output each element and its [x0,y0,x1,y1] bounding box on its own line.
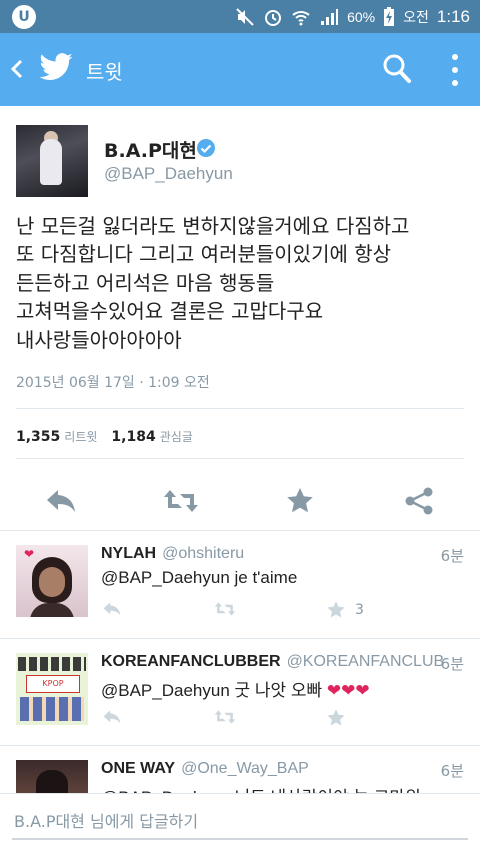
status-bar: U 60% 오전 1:16 [0,0,480,33]
retweet-count[interactable]: 1,355 [16,429,60,445]
twitter-bird-icon[interactable] [38,51,74,85]
reply-handle[interactable]: @ohshiteru [162,545,244,562]
reply-time: 6분 [440,655,464,673]
avatar[interactable] [16,125,88,197]
reply-icon[interactable] [101,600,123,618]
reply-time: 6분 [440,762,464,780]
favorite-star-icon[interactable] [326,708,346,728]
search-icon[interactable] [382,53,412,85]
tweet-actions [0,478,480,528]
retweet-icon[interactable] [213,708,237,726]
app-bar: 트윗 [0,33,480,106]
clock-time: 1:16 [436,6,470,26]
wifi-icon [292,10,310,25]
author-handle[interactable]: @BAP_Daehyun [104,164,233,184]
favorite-label: 관심글 [159,430,193,444]
favorite-count[interactable]: 1,184 [111,429,155,445]
tweet-stats: 1,355 리트윗 1,184 관심글 [16,428,193,445]
reply-actions: 3 [101,597,371,623]
reply-input[interactable]: B.A.P대현 님에게 답글하기 [14,808,198,832]
overflow-menu-icon[interactable] [448,53,462,87]
carrier-app-icon: U [12,5,36,29]
divider [16,408,464,409]
mute-icon [236,7,254,26]
clock-ampm: 오전 [403,8,429,25]
retweet-label: 리트윗 [64,430,98,444]
page-title: 트윗 [86,60,123,84]
reply-item[interactable]: ❤ NYLAH @ohshiteru 6분 @BAP_Daehyun je t'a… [0,531,480,639]
back-arrow-icon[interactable] [10,59,24,79]
favorite-count: 3 [355,602,364,618]
heart-icon: ❤❤❤ [326,681,370,700]
favorite-star-icon[interactable] [285,486,315,516]
retweet-icon[interactable] [213,600,237,618]
reply-avatar[interactable]: KPOP [16,653,88,725]
reply-handle[interactable]: @One_Way_BAP [181,760,309,777]
reply-handle[interactable]: @KOREANFANCLUB [287,653,445,670]
reply-text: @BAP_Daehyun je t'aime [101,568,298,587]
reply-avatar[interactable]: ❤ [16,545,88,617]
verified-badge-icon [197,139,215,157]
battery-percent: 60% [347,8,376,25]
author-name[interactable]: B.A.P대현 [104,136,197,163]
battery-charging-icon [384,6,395,26]
divider [16,458,464,459]
reply-name[interactable]: KOREANFANCLUBBER @KOREANFANCLUB [101,653,444,671]
reply-actions [101,705,371,731]
reply-text: @BAP_Daehyun 굿 나앗 오빠 ❤❤❤ [101,681,370,700]
reply-icon[interactable] [101,708,123,726]
input-underline [12,838,468,840]
tweet-text: 난 모든걸 잃더라도 변하지않을거에요 다짐하고 또 다짐합니다 그리고 여러분… [16,214,410,352]
status-icons: 60% 오전 1:16 [235,0,470,33]
alarm-icon [265,9,282,26]
reply-icon[interactable] [44,486,78,516]
reply-time: 6분 [440,547,464,565]
retweet-icon[interactable] [162,486,200,516]
favorite-star-icon[interactable] [326,600,346,620]
reply-compose-bar[interactable]: B.A.P대현 님에게 답글하기 [0,793,480,854]
signal-icon [321,8,339,25]
tweet-timestamp: 2015년 06월 17일 · 1:09 오전 [16,375,210,391]
reply-name[interactable]: NYLAH @ohshiteru [101,545,244,563]
reply-name[interactable]: ONE WAY @One_Way_BAP [101,760,309,778]
share-icon[interactable] [404,486,434,516]
reply-item[interactable]: KPOP KOREANFANCLUBBER @KOREANFANCLUB 6분 @… [0,639,480,747]
